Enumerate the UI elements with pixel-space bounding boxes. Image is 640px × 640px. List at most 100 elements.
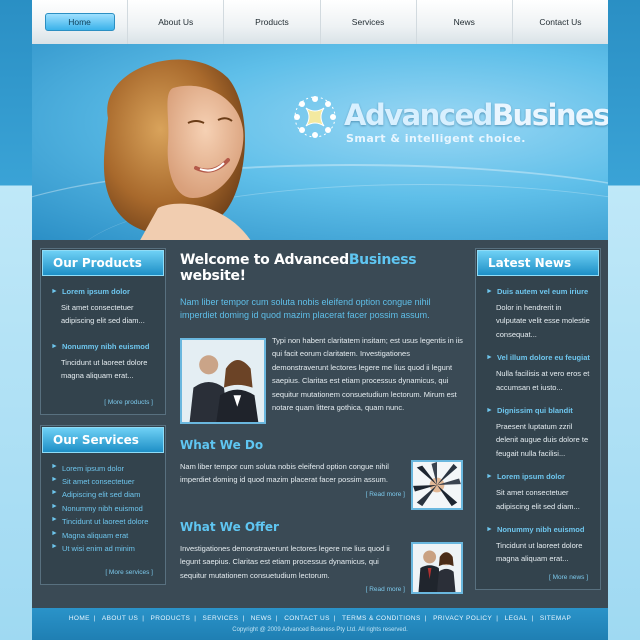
news-entry: ► Duis autem vel eum iriure Dolor in hend… (476, 277, 600, 341)
arrow-icon: ► (51, 529, 58, 537)
news-entry: ► Nonummy nibh euismod Tincidunt ut laore… (476, 513, 600, 566)
what-we-offer-title: What We Offer (180, 520, 279, 534)
read-more-link[interactable]: [ Read more ] (180, 586, 405, 593)
right-sidebar: Latest News ► Duis autem vel eum iriure D… (475, 248, 601, 600)
service-item[interactable]: ► Sit amet consectetuer (51, 475, 157, 488)
footer-link-terms[interactable]: TERMS & CONDITIONS (342, 615, 421, 622)
nav-label: About Us (158, 17, 194, 27)
what-we-offer-body: Investigationes demonstraverunt lectores… (180, 542, 405, 594)
arrow-icon: ► (486, 354, 493, 362)
arrow-icon: ► (51, 489, 58, 497)
news-entry-link[interactable]: ► Nonummy nibh euismod (486, 525, 592, 535)
read-more-link[interactable]: [ Read more ] (180, 491, 405, 498)
service-item[interactable]: ► Ut wisi enim ad minim (51, 542, 157, 555)
top-navigation: Home About Us Products Services News Con… (32, 0, 608, 44)
arrow-icon: ► (486, 473, 493, 481)
news-entry-text: Sit amet consectetuer adipiscing elit se… (496, 488, 580, 511)
arrow-icon: ► (486, 407, 493, 415)
services-box: Our Services ► Lorem ipsum dolor ► Sit ame… (40, 424, 166, 586)
services-title: Our Services (42, 426, 164, 453)
service-item[interactable]: ► Tincidunt ut laoreet dolore (51, 515, 157, 528)
service-item[interactable]: ► Nonummy nibh euismod (51, 502, 157, 515)
arrow-icon: ► (51, 543, 58, 551)
what-we-do-body: Nam liber tempor cum soluta nobis eleife… (180, 460, 405, 510)
more-services-link[interactable]: [ More services ] (41, 555, 165, 576)
nav-label: News (453, 17, 475, 27)
product-entry: ► Nonummy nibh euismod Tincidunt ut laore… (41, 328, 165, 383)
service-item[interactable]: ► Adipiscing elit sed diam (51, 488, 157, 501)
news-box: Latest News ► Duis autem vel eum iriure D… (475, 248, 601, 590)
nav-item-contact-us[interactable]: Contact Us (511, 0, 608, 44)
business-team-photo (180, 338, 266, 424)
business-people-photo (411, 542, 463, 594)
arrow-icon: ► (51, 476, 58, 484)
nav-label: Products (255, 17, 289, 27)
arrow-icon: ► (486, 526, 493, 534)
arrow-icon: ► (51, 502, 58, 510)
footer-link-about-us[interactable]: ABOUT US (102, 615, 138, 622)
what-we-do-title: What We Do (180, 438, 264, 452)
left-sidebar: Our Products ► Lorem ipsum dolor Sit amet… (40, 248, 166, 595)
products-title: Our Products (42, 250, 164, 276)
brand-logo[interactable]: AdvancedBusiness Smart & intelligent cho… (290, 92, 608, 152)
page-container: Home About Us Products Services News Con… (32, 0, 608, 640)
nav-item-home[interactable]: Home (32, 0, 127, 44)
footer: HOME | ABOUT US | PRODUCTS | SERVICES | NEWS… (32, 608, 608, 640)
logo-tagline: Smart & intelligent choice. (346, 132, 526, 145)
feature-block: Typi non habent claritatem insitam; est … (180, 334, 463, 424)
arrow-icon: ► (51, 288, 58, 295)
news-entry-link[interactable]: ► Dignissim qui blandit (486, 406, 592, 416)
news-entry-link[interactable]: ► Duis autem vel eum iriure (486, 287, 592, 297)
news-entry-link[interactable]: ► Lorem ipsum dolor (486, 472, 592, 482)
news-entry-link[interactable]: ► Vel illum dolore eu feugiat (486, 353, 592, 363)
what-we-do-row: Nam liber tempor cum soluta nobis eleife… (180, 460, 463, 510)
footer-link-news[interactable]: NEWS (251, 615, 272, 622)
nav-item-about-us[interactable]: About Us (127, 0, 223, 44)
service-item[interactable]: ► Magna aliquam erat (51, 529, 157, 542)
arrow-icon: ► (51, 516, 58, 524)
news-entry-text: Praesent luptatum zzril delenit augue du… (496, 422, 589, 458)
intro-text: Nam liber tempor cum soluta nobis eleife… (180, 297, 431, 320)
more-news-link[interactable]: [ More news ] (476, 566, 600, 581)
footer-link-privacy[interactable]: PRIVACY POLICY (433, 615, 492, 622)
feature-text: Typi non habent claritatem insitam; est … (272, 336, 463, 413)
nav-label: Contact Us (539, 17, 582, 27)
services-list: ► Lorem ipsum dolor ► Sit amet consectetue… (41, 454, 165, 556)
main-content: Welcome to AdvancedBusiness website! Nam… (180, 252, 463, 594)
product-entry-text: Tincidunt ut laoreet dolore magna aliqua… (61, 357, 148, 381)
arrow-icon: ► (486, 288, 493, 295)
product-entry-text: Sit amet consectetuer adipiscing elit se… (61, 303, 145, 326)
news-entry-text: Dolor in hendrerit in vulputate velit es… (496, 303, 590, 339)
woman-photo (103, 59, 251, 240)
nav-label: Services (351, 17, 385, 27)
footer-link-products[interactable]: PRODUCTS (151, 615, 191, 622)
footer-link-home[interactable]: HOME (69, 615, 90, 622)
copyright-text: Copyright @ 2009 Advanced Business Pty L… (232, 627, 408, 633)
nav-item-services[interactable]: Services (319, 0, 416, 44)
what-we-offer-row: Investigationes demonstraverunt lectores… (180, 542, 463, 594)
news-entry: ► Dignissim qui blandit Praesent luptatum… (476, 394, 600, 460)
arrow-icon: ► (51, 462, 58, 470)
footer-links: HOME | ABOUT US | PRODUCTS | SERVICES | NEWS… (68, 615, 572, 622)
product-entry-link[interactable]: ► Nonummy nibh euismod (51, 342, 157, 352)
nav-label: Home (44, 13, 115, 31)
logo-wordmark: AdvancedBusiness (344, 98, 608, 132)
footer-link-legal[interactable]: LEGAL (505, 615, 528, 622)
logo-mark-icon (294, 96, 336, 138)
product-entry-link[interactable]: ► Lorem ipsum dolor (51, 287, 157, 297)
product-entry: ► Lorem ipsum dolor Sit amet consectetuer… (41, 277, 165, 328)
welcome-heading: Welcome to AdvancedBusiness website! (180, 252, 417, 284)
footer-link-contact-us[interactable]: CONTACT US (284, 615, 330, 622)
what-we-offer-text: Investigationes demonstraverunt lectores… (180, 544, 390, 580)
more-products-link[interactable]: [ More products ] (41, 383, 165, 406)
arrow-icon: ► (51, 342, 58, 350)
nav-item-products[interactable]: Products (223, 0, 319, 44)
header-banner: AdvancedBusiness Smart & intelligent cho… (32, 44, 608, 240)
service-item[interactable]: ► Lorem ipsum dolor (51, 462, 157, 475)
news-entry-text: Nulla facilisis at vero eros et accumsan… (496, 369, 590, 392)
nav-item-news[interactable]: News (415, 0, 512, 44)
news-entry: ► Lorem ipsum dolor Sit amet consectetuer… (476, 460, 600, 513)
footer-link-sitemap[interactable]: SITEMAP (540, 615, 571, 622)
news-title: Latest News (477, 250, 599, 276)
footer-link-services[interactable]: SERVICES (203, 615, 239, 622)
